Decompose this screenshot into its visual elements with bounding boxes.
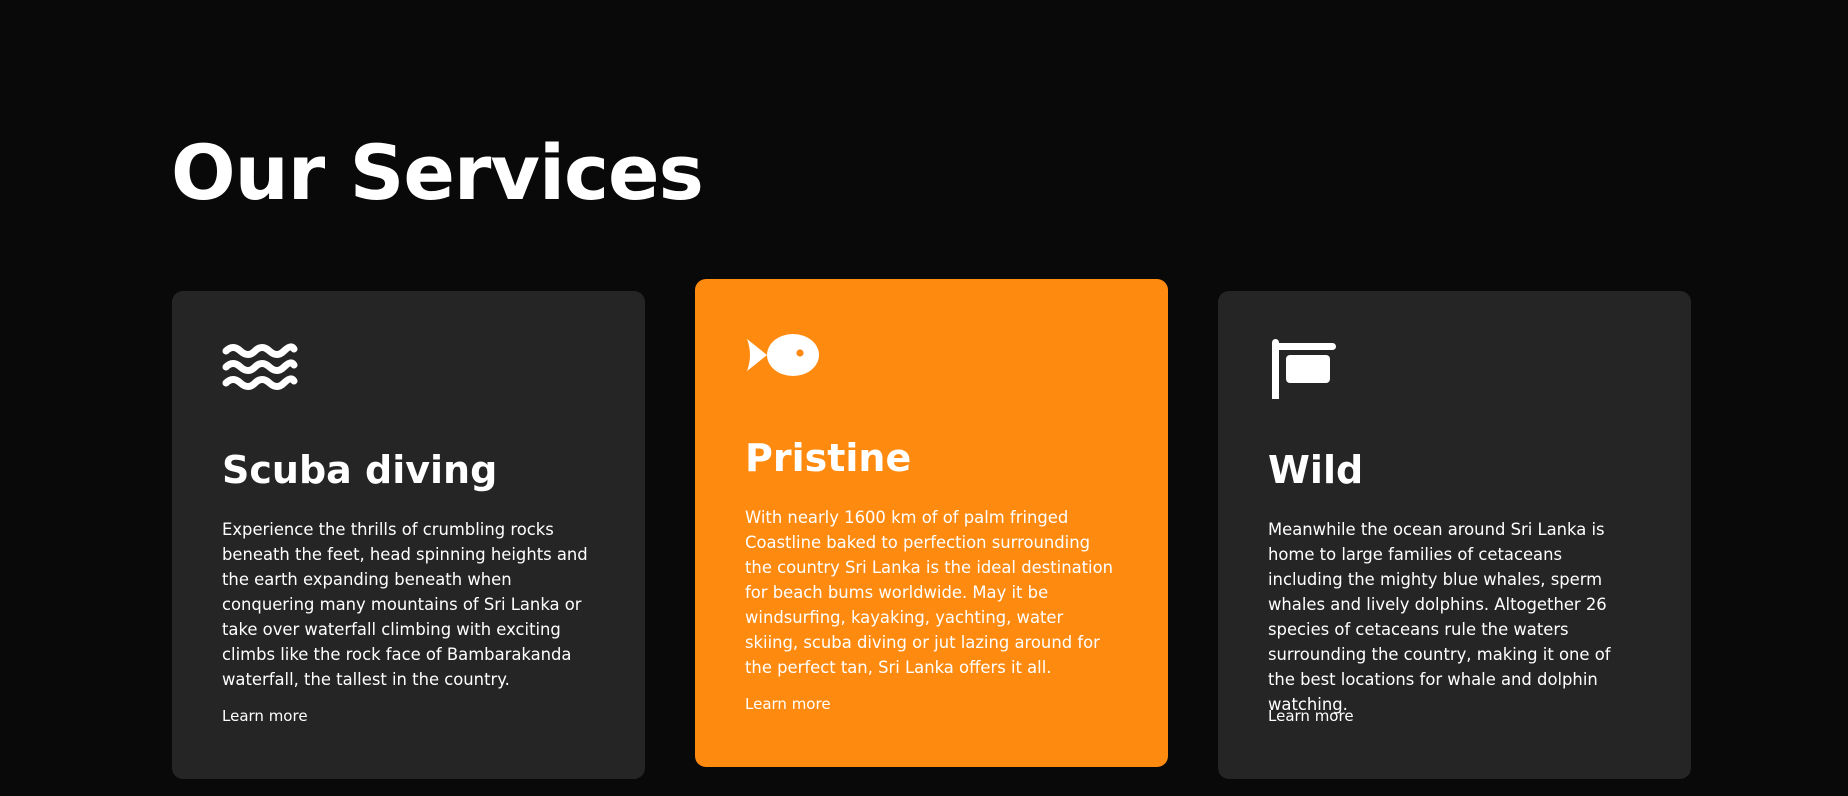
card-description: With nearly 1600 km of of palm fringed C… bbox=[745, 508, 1114, 677]
learn-more-link[interactable]: Learn more bbox=[745, 694, 831, 714]
section-title: Our Services bbox=[171, 128, 704, 217]
signpost-icon bbox=[1272, 339, 1336, 399]
card-title: Pristine bbox=[745, 436, 912, 480]
card-description: Meanwhile the ocean around Sri Lanka is … bbox=[1268, 520, 1611, 714]
fish-icon bbox=[747, 334, 819, 376]
learn-more-link[interactable]: Learn more bbox=[1268, 706, 1354, 726]
card-title: Wild bbox=[1268, 448, 1364, 492]
service-card-scuba-diving: Scuba diving Experience the thrills of c… bbox=[172, 291, 645, 779]
service-card-pristine: Pristine With nearly 1600 km of of palm … bbox=[695, 279, 1168, 767]
water-waves-icon bbox=[222, 343, 298, 390]
learn-more-link[interactable]: Learn more bbox=[222, 706, 308, 726]
services-section: Our Services Scuba diving Experience the… bbox=[0, 0, 1848, 796]
card-title: Scuba diving bbox=[222, 448, 498, 492]
service-card-wild: Wild Meanwhile the ocean around Sri Lank… bbox=[1218, 291, 1691, 779]
card-description: Experience the thrills of crumbling rock… bbox=[222, 520, 588, 689]
